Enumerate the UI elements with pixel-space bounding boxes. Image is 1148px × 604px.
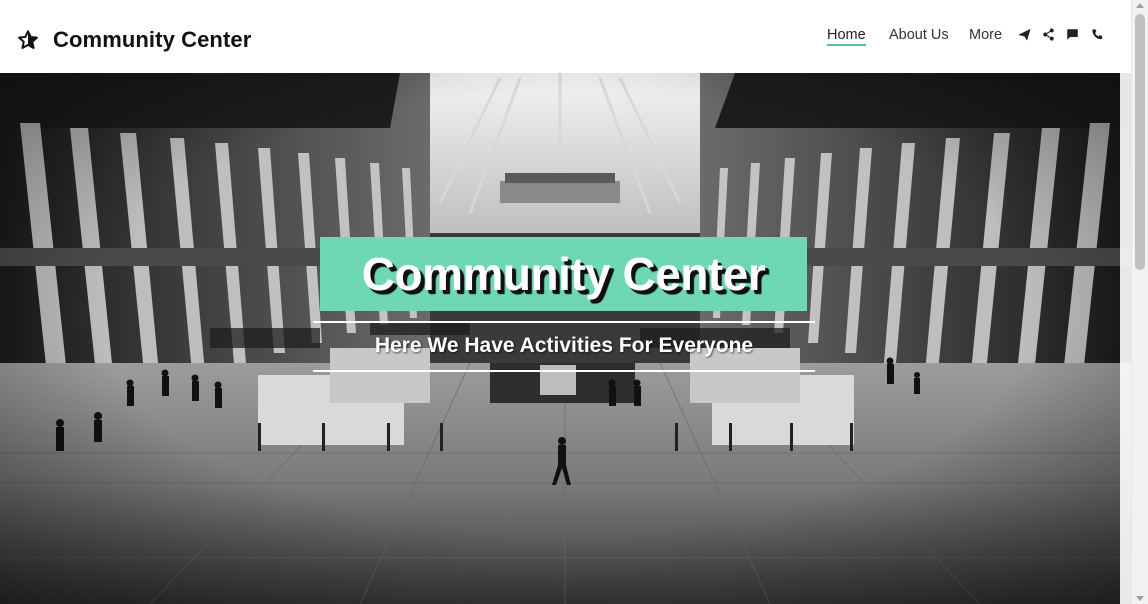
hero-rule-bottom — [313, 370, 815, 372]
scroll-thumb[interactable] — [1135, 14, 1145, 270]
site-header: Community Center Home About Us More — [0, 0, 1131, 73]
hero-banner: Community Center Here We Have Activities… — [0, 73, 1131, 604]
nav-about-us[interactable]: About Us — [889, 27, 949, 43]
nav-home[interactable]: Home — [827, 27, 866, 43]
hero-title-box: Community Center — [320, 237, 807, 311]
send-icon[interactable] — [1018, 28, 1031, 41]
nav-active-indicator — [827, 44, 866, 46]
chat-icon[interactable] — [1066, 28, 1079, 41]
site-title[interactable]: Community Center — [53, 27, 251, 53]
share-icon[interactable] — [1042, 28, 1055, 41]
hero-rule-top — [313, 321, 815, 323]
hero-title: Community Center — [361, 248, 766, 300]
scroll-up-icon[interactable] — [1136, 3, 1144, 8]
scroll-down-icon[interactable] — [1136, 596, 1144, 601]
hero-subtitle: Here We Have Activities For Everyone — [374, 334, 754, 357]
hero-subtitle-wrap: Here We Have Activities For Everyone — [313, 326, 815, 366]
phone-icon[interactable] — [1091, 28, 1104, 41]
page-scrollbar[interactable] — [1131, 0, 1148, 604]
nav-more[interactable]: More — [969, 27, 1002, 43]
star-logo-icon[interactable] — [17, 29, 39, 51]
